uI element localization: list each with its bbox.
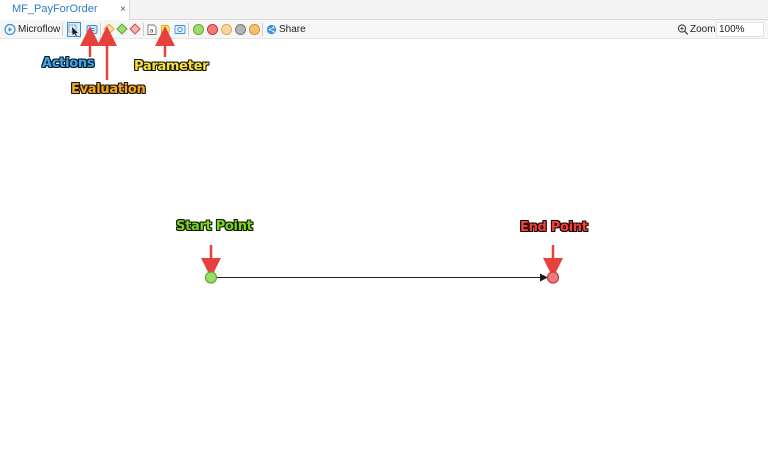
microflow-canvas[interactable]: [0, 0, 768, 463]
start-event[interactable]: [204, 271, 218, 284]
microflow-editor: MF_PayForOrder [Orders] × Microflow: [0, 0, 768, 463]
end-point-annotation: End Point: [520, 220, 588, 235]
actions-annotation: Actions: [42, 56, 95, 71]
evaluation-annotation: Evaluation: [71, 82, 146, 97]
end-event[interactable]: [546, 271, 560, 284]
start-point-annotation: Start Point: [176, 219, 253, 234]
parameter-annotation: Parameter: [134, 59, 209, 74]
